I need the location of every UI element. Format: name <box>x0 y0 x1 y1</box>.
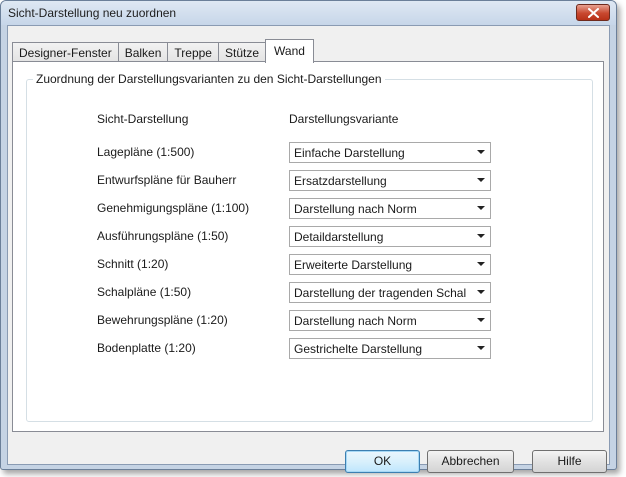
variant-dropdown[interactable]: Erweiterte Darstellung <box>289 254 491 275</box>
variant-dropdown[interactable]: Ersatzdarstellung <box>289 170 491 191</box>
view-label: Entwurfspläne für Bauherr <box>97 173 237 187</box>
tab-designer-fenster[interactable]: Designer-Fenster <box>12 42 119 62</box>
dropdown-value: Ersatzdarstellung <box>294 174 387 188</box>
dropdown-value: Detaildarstellung <box>294 230 384 244</box>
view-label: Ausführungspläne (1:50) <box>97 229 229 243</box>
variant-dropdown[interactable]: Einfache Darstellung <box>289 142 491 163</box>
view-label: Schnitt (1:20) <box>97 257 169 271</box>
dropdown-arrow-icon <box>477 346 485 350</box>
dropdown-value: Darstellung nach Norm <box>294 202 417 216</box>
title-bar[interactable]: Sicht-Darstellung neu zuordnen <box>1 1 616 25</box>
dropdown-value: Einfache Darstellung <box>294 146 405 160</box>
ok-button[interactable]: OK <box>345 450 420 473</box>
dropdown-value: Gestrichelte Darstellung <box>294 342 423 356</box>
cancel-button[interactable]: Abbrechen <box>427 450 514 473</box>
dropdown-value: Darstellung nach Norm <box>294 314 417 328</box>
dropdown-value: Erweiterte Darstellung <box>294 258 413 272</box>
variant-dropdown[interactable]: Detaildarstellung <box>289 226 491 247</box>
variant-dropdown[interactable]: Gestrichelte Darstellung <box>289 338 491 359</box>
groupbox-title: Zuordnung der Darstellungsvarianten zu d… <box>33 72 385 86</box>
view-label: Bodenplatte (1:20) <box>97 341 196 355</box>
view-label: Genehmigungspläne (1:100) <box>97 201 250 215</box>
dropdown-arrow-icon <box>477 318 485 322</box>
dropdown-arrow-icon <box>477 234 485 238</box>
tab-strip: Designer-Fenster Balken Treppe Stütze Wa… <box>12 39 314 63</box>
column-header-view: Sicht-Darstellung <box>97 112 189 126</box>
close-x-icon <box>588 8 599 18</box>
dropdown-arrow-icon <box>477 262 485 266</box>
variant-dropdown[interactable]: Darstellung nach Norm <box>289 310 491 331</box>
dialog-client-area: Designer-Fenster Balken Treppe Stütze Wa… <box>7 25 610 473</box>
view-label: Bewehrungspläne (1:20) <box>97 313 228 327</box>
dropdown-arrow-icon <box>477 290 485 294</box>
dropdown-value: Darstellung der tragenden Schal <box>294 286 467 300</box>
tab-stuetze[interactable]: Stütze <box>217 42 267 62</box>
window-title: Sicht-Darstellung neu zuordnen <box>8 6 177 20</box>
variant-dropdown[interactable]: Darstellung nach Norm <box>289 198 491 219</box>
column-header-variant: Darstellungsvariante <box>289 112 399 126</box>
close-button[interactable] <box>576 4 610 21</box>
view-label: Lagepläne (1:500) <box>97 145 195 159</box>
tab-treppe[interactable]: Treppe <box>167 42 219 62</box>
variant-dropdown[interactable]: Darstellung der tragenden Schal <box>289 282 491 303</box>
tab-panel-wand: Zuordnung der Darstellungsvarianten zu d… <box>12 61 604 432</box>
tab-balken[interactable]: Balken <box>117 42 169 62</box>
dropdown-arrow-icon <box>477 178 485 182</box>
tab-wand[interactable]: Wand <box>265 39 314 63</box>
help-button[interactable]: Hilfe <box>532 450 607 473</box>
view-label: Schalpläne (1:50) <box>97 285 192 299</box>
mapping-groupbox: Zuordnung der Darstellungsvarianten zu d… <box>26 72 593 422</box>
dialog-window: Sicht-Darstellung neu zuordnen Designer-… <box>0 0 617 473</box>
dropdown-arrow-icon <box>477 150 485 154</box>
dropdown-arrow-icon <box>477 206 485 210</box>
